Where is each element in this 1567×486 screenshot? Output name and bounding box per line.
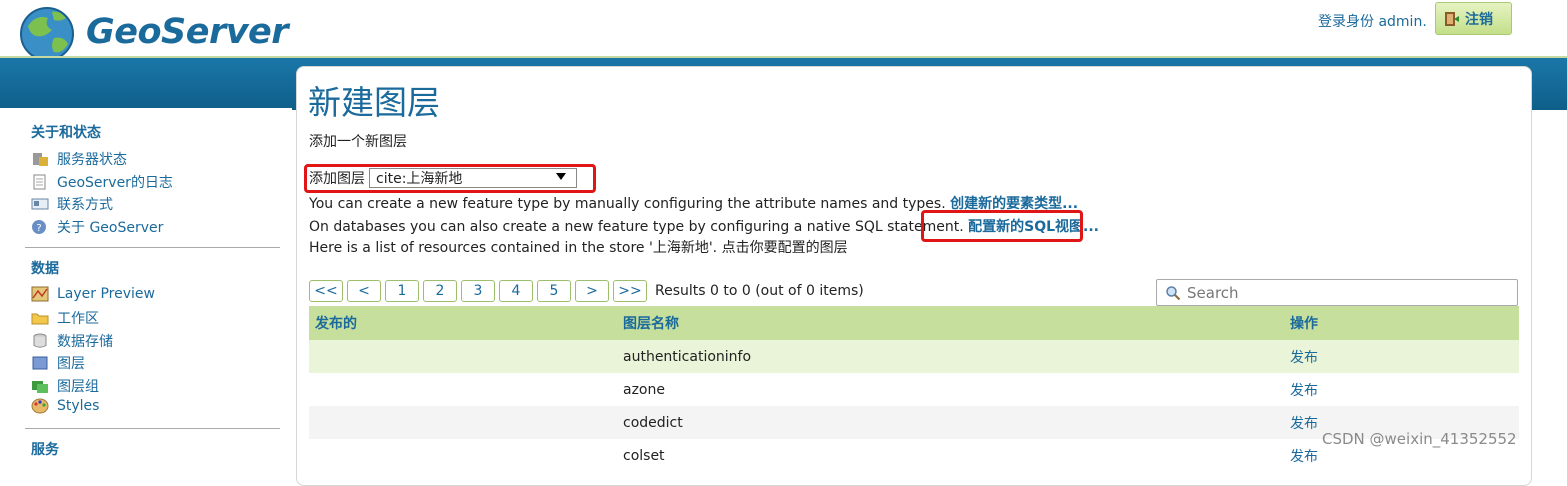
info-text: On databases you can also create a new f…: [309, 219, 969, 235]
sidebar-item-layer-preview[interactable]: Layer Preview: [31, 286, 155, 302]
column-header-layer-name[interactable]: 图层名称: [623, 313, 679, 333]
search-input[interactable]: Search: [1156, 279, 1518, 306]
pager-page-1-button[interactable]: 1: [385, 280, 419, 302]
column-header-published[interactable]: 发布的: [315, 313, 357, 333]
sidebar-item-layers[interactable]: 图层: [31, 353, 85, 373]
sidebar-divider: [25, 428, 280, 429]
publish-link[interactable]: 发布: [1290, 380, 1318, 400]
folder-icon: [31, 313, 49, 325]
sidebar-item-workspaces[interactable]: 工作区: [31, 308, 99, 328]
page-title: 新建图层: [308, 83, 440, 122]
svg-text:?: ?: [36, 223, 41, 234]
highlight-box-sql-view: [921, 210, 1083, 242]
pager-page-3-button[interactable]: 3: [461, 280, 495, 302]
sidebar-item-label: Styles: [57, 398, 100, 414]
sidebar-item-geoserver-log[interactable]: GeoServer的日志: [31, 172, 173, 192]
contact-card-icon: [31, 198, 49, 210]
sidebar-item-label: 图层: [57, 356, 85, 372]
pager-next-button[interactable]: >: [575, 280, 609, 302]
sidebar-item-label: 联系方式: [57, 197, 113, 213]
column-header-action: 操作: [1290, 316, 1318, 332]
geoserver-globe-logo[interactable]: [14, 2, 84, 64]
sidebar-item-stores[interactable]: 数据存储: [31, 331, 113, 351]
sidebar-section-data: 数据: [31, 261, 59, 277]
info-line-resources: Here is a list of resources contained in…: [309, 240, 848, 256]
cell-layer-name: authenticationinfo: [623, 348, 752, 365]
info-text: You can create a new feature type by man…: [309, 196, 951, 212]
results-count: Results 0 to 0 (out of 0 items): [655, 283, 864, 299]
watermark: CSDN @weixin_41352552: [1322, 430, 1517, 448]
sidebar-divider: [25, 247, 280, 248]
cell-layer-name: colset: [623, 447, 665, 464]
highlight-box-store-select: [304, 164, 596, 193]
database-icon: [33, 333, 47, 348]
sidebar-item-about-geoserver[interactable]: ? 关于 GeoServer: [31, 217, 163, 237]
table-header: 发布的 图层名称 操作: [309, 306, 1519, 340]
sidebar-section-services: 服务: [31, 442, 59, 458]
palette-icon: [31, 398, 49, 414]
logo-text[interactable]: GeoServer: [86, 12, 289, 52]
logout-button[interactable]: 注销: [1435, 2, 1512, 35]
pager-page-4-button[interactable]: 4: [499, 280, 533, 302]
pager-page-2-button[interactable]: 2: [423, 280, 457, 302]
sidebar-item-label: 图层组: [57, 379, 99, 395]
search-icon: [1166, 285, 1181, 300]
help-icon: ?: [32, 220, 46, 234]
login-status: 登录身份 admin.: [1318, 14, 1427, 30]
pager-page-5-button[interactable]: 5: [537, 280, 571, 302]
pager-prev-button[interactable]: <: [347, 280, 381, 302]
document-icon: [33, 174, 46, 190]
publish-link[interactable]: 发布: [1290, 413, 1318, 433]
sidebar-item-label: 工作区: [57, 311, 99, 327]
sidebar-item-label: 数据存储: [57, 334, 113, 350]
publish-link[interactable]: 发布: [1290, 446, 1318, 466]
server-status-icon: [33, 153, 48, 166]
page-subtitle: 添加一个新图层: [309, 134, 407, 150]
pager: << < 1 2 3 4 5 > >> Results 0 to 0 (out …: [309, 280, 864, 302]
layer-icon: [32, 356, 48, 370]
sidebar-item-label: 服务器状态: [57, 152, 127, 168]
sidebar-item-contact[interactable]: 联系方式: [31, 194, 113, 214]
layer-group-icon: [32, 381, 48, 393]
table-row: authenticationinfo 发布: [309, 340, 1519, 373]
logout-door-icon: [1445, 11, 1459, 26]
cell-layer-name: azone: [623, 381, 665, 398]
pager-last-button[interactable]: >>: [613, 280, 647, 302]
sidebar-section-about: 关于和状态: [31, 125, 101, 141]
sidebar-item-label: 关于 GeoServer: [57, 220, 164, 236]
search-placeholder: Search: [1187, 283, 1239, 302]
sidebar-item-layer-groups[interactable]: 图层组: [31, 376, 99, 396]
sidebar-item-server-status[interactable]: 服务器状态: [31, 149, 127, 169]
table-row: azone 发布: [309, 373, 1519, 406]
cell-layer-name: codedict: [623, 414, 683, 431]
sidebar-item-label: Layer Preview: [57, 286, 155, 302]
header: GeoServer 登录身份 admin. 注销: [0, 0, 1567, 61]
sidebar-item-label: GeoServer的日志: [57, 175, 173, 191]
pager-first-button[interactable]: <<: [309, 280, 343, 302]
layer-preview-map-icon: [31, 286, 49, 302]
publish-link[interactable]: 发布: [1290, 347, 1318, 367]
sidebar-item-styles[interactable]: Styles: [31, 398, 99, 414]
logout-label: 注销: [1465, 11, 1493, 28]
